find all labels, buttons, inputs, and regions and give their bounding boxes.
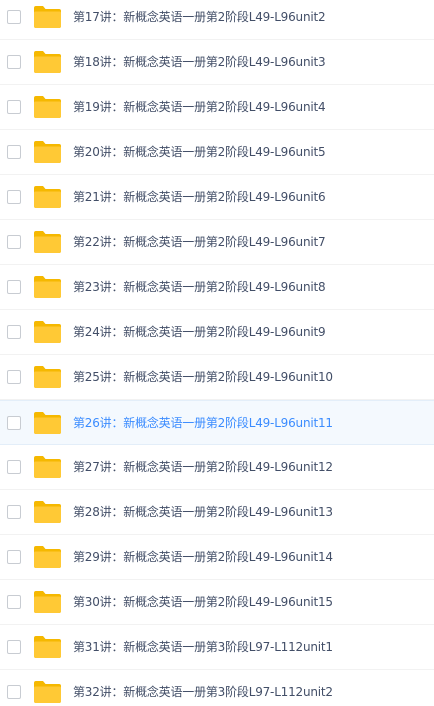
row-checkbox[interactable]: [7, 640, 21, 654]
folder-icon: [34, 141, 61, 163]
row-checkbox[interactable]: [7, 460, 21, 474]
file-row[interactable]: 第32讲：新概念英语一册第3阶段L97-L112unit2: [0, 670, 434, 706]
file-row[interactable]: 第24讲：新概念英语一册第2阶段L49-L96unit9: [0, 310, 434, 355]
row-checkbox[interactable]: [7, 55, 21, 69]
folder-icon: [34, 501, 61, 523]
file-name[interactable]: 第21讲：新概念英语一册第2阶段L49-L96unit6: [73, 175, 326, 220]
folder-icon: [34, 276, 61, 298]
folder-icon: [34, 366, 61, 388]
row-checkbox[interactable]: [7, 235, 21, 249]
row-checkbox[interactable]: [7, 370, 21, 384]
row-checkbox[interactable]: [7, 595, 21, 609]
row-checkbox[interactable]: [7, 145, 21, 159]
folder-icon: [34, 6, 61, 28]
file-name[interactable]: 第25讲：新概念英语一册第2阶段L49-L96unit10: [73, 355, 333, 400]
row-checkbox[interactable]: [7, 190, 21, 204]
file-row[interactable]: 第30讲：新概念英语一册第2阶段L49-L96unit15: [0, 580, 434, 625]
folder-icon: [34, 456, 61, 478]
file-name[interactable]: 第20讲：新概念英语一册第2阶段L49-L96unit5: [73, 130, 326, 175]
folder-icon: [34, 636, 61, 658]
row-checkbox[interactable]: [7, 10, 21, 24]
folder-icon: [34, 231, 61, 253]
file-row[interactable]: 第28讲：新概念英语一册第2阶段L49-L96unit13: [0, 490, 434, 535]
file-row[interactable]: 第29讲：新概念英语一册第2阶段L49-L96unit14: [0, 535, 434, 580]
folder-icon: [34, 321, 61, 343]
row-checkbox[interactable]: [7, 100, 21, 114]
file-name[interactable]: 第24讲：新概念英语一册第2阶段L49-L96unit9: [73, 310, 326, 355]
file-row[interactable]: 第26讲：新概念英语一册第2阶段L49-L96unit11: [0, 400, 434, 445]
folder-icon: [34, 546, 61, 568]
file-row[interactable]: 第17讲：新概念英语一册第2阶段L49-L96unit2: [0, 0, 434, 40]
file-name[interactable]: 第22讲：新概念英语一册第2阶段L49-L96unit7: [73, 220, 326, 265]
file-name[interactable]: 第26讲：新概念英语一册第2阶段L49-L96unit11: [73, 401, 333, 446]
row-checkbox[interactable]: [7, 325, 21, 339]
file-name[interactable]: 第23讲：新概念英语一册第2阶段L49-L96unit8: [73, 265, 326, 310]
file-row[interactable]: 第31讲：新概念英语一册第3阶段L97-L112unit1: [0, 625, 434, 670]
file-row[interactable]: 第25讲：新概念英语一册第2阶段L49-L96unit10: [0, 355, 434, 400]
file-row[interactable]: 第19讲：新概念英语一册第2阶段L49-L96unit4: [0, 85, 434, 130]
file-name[interactable]: 第19讲：新概念英语一册第2阶段L49-L96unit4: [73, 85, 326, 130]
row-checkbox[interactable]: [7, 416, 21, 430]
file-name[interactable]: 第31讲：新概念英语一册第3阶段L97-L112unit1: [73, 625, 333, 670]
row-checkbox[interactable]: [7, 505, 21, 519]
folder-icon: [34, 186, 61, 208]
file-row[interactable]: 第21讲：新概念英语一册第2阶段L49-L96unit6: [0, 175, 434, 220]
file-name[interactable]: 第32讲：新概念英语一册第3阶段L97-L112unit2: [73, 670, 333, 706]
file-name[interactable]: 第18讲：新概念英语一册第2阶段L49-L96unit3: [73, 40, 326, 85]
folder-icon: [34, 591, 61, 613]
file-row[interactable]: 第27讲：新概念英语一册第2阶段L49-L96unit12: [0, 445, 434, 490]
file-row[interactable]: 第20讲：新概念英语一册第2阶段L49-L96unit5: [0, 130, 434, 175]
file-row[interactable]: 第23讲：新概念英语一册第2阶段L49-L96unit8: [0, 265, 434, 310]
row-checkbox[interactable]: [7, 280, 21, 294]
row-checkbox[interactable]: [7, 685, 21, 699]
file-name[interactable]: 第27讲：新概念英语一册第2阶段L49-L96unit12: [73, 445, 333, 490]
file-name[interactable]: 第30讲：新概念英语一册第2阶段L49-L96unit15: [73, 580, 333, 625]
file-name[interactable]: 第28讲：新概念英语一册第2阶段L49-L96unit13: [73, 490, 333, 535]
folder-icon: [34, 412, 61, 434]
file-name[interactable]: 第17讲：新概念英语一册第2阶段L49-L96unit2: [73, 0, 326, 40]
file-row[interactable]: 第22讲：新概念英语一册第2阶段L49-L96unit7: [0, 220, 434, 265]
folder-icon: [34, 96, 61, 118]
folder-icon: [34, 681, 61, 703]
file-name[interactable]: 第29讲：新概念英语一册第2阶段L49-L96unit14: [73, 535, 333, 580]
row-checkbox[interactable]: [7, 550, 21, 564]
file-list: 第17讲：新概念英语一册第2阶段L49-L96unit2 第18讲：新概念英语一册…: [0, 0, 434, 706]
folder-icon: [34, 51, 61, 73]
file-row[interactable]: 第18讲：新概念英语一册第2阶段L49-L96unit3: [0, 40, 434, 85]
